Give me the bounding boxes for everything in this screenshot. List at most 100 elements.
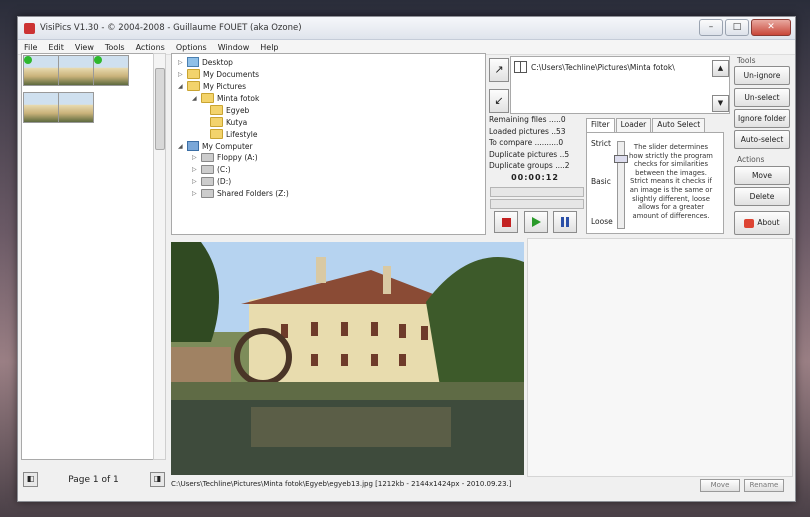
tab-loader[interactable]: Loader [615,118,652,132]
thumbnail-panel[interactable] [21,53,154,460]
pause-button[interactable] [553,211,577,233]
move-button[interactable]: Move [734,166,790,185]
minimize-icon[interactable]: – [699,19,723,36]
expand-icon[interactable]: ▷ [192,178,198,185]
rename-file-button[interactable]: Rename [744,479,784,492]
folder-subdir-icon [514,61,527,73]
duplicate-flag-icon [94,56,102,64]
menu-tools[interactable]: Tools [105,43,125,52]
network-drive-icon [201,189,214,198]
next-page-icon[interactable]: ◨ [150,472,165,487]
duplicate-groups: Duplicate groups ....2 [489,161,570,170]
actions-heading: Actions [737,155,765,164]
add-folder-button[interactable]: ↗ [489,58,509,82]
tree-node-d-drive[interactable]: ▷ (D:) [192,177,231,186]
expand-icon[interactable]: ▷ [192,190,198,197]
folder-tree[interactable]: ▷ Desktop ▷ My Documents ◢ My Pictures ◢ Min… [171,53,486,235]
tree-label: My Pictures [203,81,246,91]
tree-label: My Documents [203,69,260,79]
thumbnail[interactable] [23,55,59,86]
tab-auto-select[interactable]: Auto Select [652,118,706,132]
drive-icon [201,165,214,174]
menu-window[interactable]: Window [218,43,250,52]
about-label: About [757,218,780,227]
selected-folders-list[interactable]: C:\Users\Techline\Pictures\Minta fotok\ … [510,56,730,114]
tab-filter[interactable]: Filter [586,118,615,132]
gift-icon [744,218,755,228]
stop-button[interactable] [494,211,518,233]
tree-label: My Computer [202,141,253,151]
menu-view[interactable]: View [75,43,94,52]
title-bar[interactable]: VisiPics V1.30 - © 2004-2008 - Guillaume… [18,17,795,40]
menu-file[interactable]: File [24,43,37,52]
thumbnail[interactable] [58,92,94,123]
maximize-icon[interactable]: □ [725,19,749,36]
tree-node-desktop[interactable]: ▷ Desktop [178,57,233,67]
move-file-button[interactable]: Move [700,479,740,492]
tree-label: Lifestyle [226,129,258,139]
collapse-icon[interactable]: ◢ [178,83,184,90]
auto-select-button[interactable]: Auto-select [734,130,790,149]
loaded-pictures: Loaded pictures ..53 [489,126,566,136]
tree-label: Minta fotok [217,93,260,103]
tree-node-my-computer[interactable]: ◢ My Computer [178,141,253,151]
menu-actions[interactable]: Actions [136,43,165,52]
tree-node-shared-folders[interactable]: ▷ Shared Folders (Z:) [192,189,289,198]
drive-icon [201,177,214,186]
status-bar: C:\Users\Techline\Pictures\Minta fotok\E… [171,478,791,490]
options-tabs: Filter Loader Auto Select [586,118,746,132]
folder-icon [210,129,223,139]
expand-icon[interactable]: ▷ [192,166,198,173]
arrow-right-icon: ↗ [494,63,504,76]
expand-icon[interactable]: ▷ [178,71,184,78]
menu-help[interactable]: Help [260,43,278,52]
app-logo-icon [24,22,35,34]
prev-page-icon[interactable]: ◧ [23,472,38,487]
tree-node-my-documents[interactable]: ▷ My Documents [178,69,259,79]
folder-list-item[interactable]: C:\Users\Techline\Pictures\Minta fotok\ [514,61,675,73]
play-button[interactable] [524,211,548,233]
folder-icon [210,105,223,115]
close-icon[interactable]: ✕ [751,19,791,36]
collapse-icon[interactable]: ◢ [192,95,198,102]
thumbnail[interactable] [23,92,59,123]
expand-icon[interactable]: ▷ [178,59,184,66]
tree-label: (D:) [217,177,232,186]
unignore-button[interactable]: Un-ignore [734,66,790,85]
scroll-down-icon[interactable]: ▼ [712,95,729,112]
folder-icon [187,69,200,79]
tree-label: Shared Folders (Z:) [217,189,289,198]
tree-node-c-drive[interactable]: ▷ (C:) [192,165,231,174]
delete-button[interactable]: Delete [734,187,790,206]
strict-label: Strict [591,139,611,148]
scroll-up-icon[interactable]: ▲ [712,60,729,77]
tree-node-minta-fotok[interactable]: ◢ Minta fotok [192,93,259,103]
menu-options[interactable]: Options [176,43,207,52]
menu-edit[interactable]: Edit [48,43,64,52]
elapsed-timer: 00:00:12 [511,173,559,182]
about-button[interactable]: About [734,211,790,235]
tree-node-egyeb[interactable]: Egyeb [210,105,249,115]
unselect-button[interactable]: Un-select [734,88,790,107]
strictness-slider-thumb[interactable] [614,155,628,163]
tree-node-floppy[interactable]: ▷ Floppy (A:) [192,153,258,162]
tree-node-kutya[interactable]: Kutya [210,117,247,127]
tree-node-my-pictures[interactable]: ◢ My Pictures [178,81,246,91]
tree-node-lifestyle[interactable]: Lifestyle [210,129,258,139]
progress-bar [490,187,584,197]
scrollbar-thumb[interactable] [155,68,165,150]
arrow-left-icon: ↙ [494,94,504,107]
folder-path: C:\Users\Techline\Pictures\Minta fotok\ [531,62,675,72]
thumbnail-scrollbar[interactable] [153,53,166,460]
caption-buttons: – □ ✕ [699,19,791,36]
thumbnail[interactable] [93,55,129,86]
tools-heading: Tools [737,56,756,65]
folder-open-icon [201,93,214,103]
filter-panel: Strict Basic Loose The slider determines… [586,132,724,234]
collapse-icon[interactable]: ◢ [178,143,184,150]
remove-folder-button[interactable]: ↙ [489,89,509,113]
ignore-folder-button[interactable]: Ignore folder [734,109,790,128]
expand-icon[interactable]: ▷ [192,154,198,161]
thumbnail[interactable] [58,55,94,86]
basic-label: Basic [591,177,611,186]
